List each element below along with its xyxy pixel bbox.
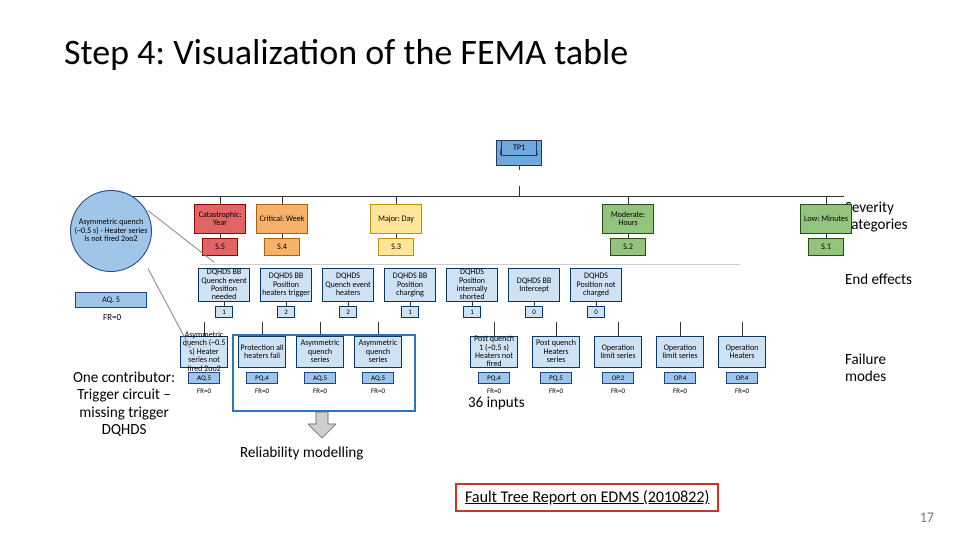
failure-mode-node: Operation limit series xyxy=(656,336,704,368)
sev-sub-5: S.5 xyxy=(202,238,238,256)
end-effect-node: DQHDS BB Position charging xyxy=(384,268,436,302)
failure-mode-fr: FR=0 xyxy=(540,386,572,396)
end-effect-node: DQHDS Position internally shorted xyxy=(446,268,498,302)
edms-link[interactable]: Fault Tree Report on EDMS (2010822) xyxy=(455,483,719,512)
sev-critical: Critical: Week xyxy=(256,204,308,234)
zoom-fr: FR=0 xyxy=(90,312,134,324)
failure-mode-fr: FR=0 xyxy=(478,386,510,396)
highlight-box xyxy=(232,334,416,412)
failure-mode-id: PQ.4 xyxy=(478,372,510,384)
end-effect-node: DQHDS BB Position heaters trigger xyxy=(260,268,312,302)
failure-mode-fr: FR=0 xyxy=(188,386,220,396)
failure-mode-node: Operation limit series xyxy=(594,336,642,368)
page-number: 17 xyxy=(920,509,934,526)
failure-mode-fr: FR=0 xyxy=(664,386,696,396)
edms-link-text: Fault Tree Report on EDMS (2010822) xyxy=(465,488,709,507)
failure-mode-id: OP.4 xyxy=(664,372,696,384)
label-reliability: Reliability modelling xyxy=(240,445,363,462)
failure-mode-id: OP.4 xyxy=(726,372,758,384)
sev-catastrophic: Catastrophic: Year xyxy=(194,204,246,234)
failure-mode-node: Post quench 1 (~0.5 s) Heaters not fired xyxy=(470,336,518,368)
failure-mode-id: OP.2 xyxy=(602,372,634,384)
failure-mode-fr: FR=0 xyxy=(726,386,758,396)
end-effect-count: 2 xyxy=(339,306,357,318)
end-effect-node: DQHDS BB Intercept xyxy=(508,268,560,302)
end-effect-count: 2 xyxy=(277,306,295,318)
failure-mode-id: PQ.5 xyxy=(540,372,572,384)
end-effect-node: DQHDS Position not charged xyxy=(570,268,622,302)
page-title: Step 4: Visualization of the FEMA table xyxy=(64,30,628,74)
diagram: LHC failures TP1 Catastrophic: Year S.5 … xyxy=(70,140,890,420)
sev-sub-3: S.3 xyxy=(378,238,414,256)
failure-mode-node: Post quench Heaters series xyxy=(532,336,580,368)
sev-sub-2: S.2 xyxy=(610,238,646,256)
failure-mode-id: AQ.5 xyxy=(188,372,220,384)
end-effect-count: 1 xyxy=(215,306,233,318)
end-effect-count: 1 xyxy=(463,306,481,318)
sev-low: Low: Minutes xyxy=(800,204,852,234)
node-tp1: TP1 xyxy=(501,140,537,156)
end-effect-count: 0 xyxy=(525,306,543,318)
end-effect-node: DQHDS BB Quench event Position needed xyxy=(198,268,250,302)
end-effect-count: 1 xyxy=(401,306,419,318)
failure-mode-fr: FR=0 xyxy=(602,386,634,396)
end-effect-node: DQHDS Quench event heaters xyxy=(322,268,374,302)
sev-moderate: Moderate: Hours xyxy=(602,204,654,234)
zoom-circle: Asymmetric quench (~0.5 s) - Heater seri… xyxy=(70,190,152,272)
sev-sub-4: S.4 xyxy=(264,238,300,256)
slide: Step 4: Visualization of the FEMA table … xyxy=(0,0,960,540)
zoom-aq: AQ. 5 xyxy=(75,292,147,308)
sev-sub-1: S.1 xyxy=(808,238,844,256)
failure-mode-node: Operation Heaters xyxy=(718,336,766,368)
end-effect-count: 0 xyxy=(587,306,605,318)
arrow-down-icon xyxy=(308,412,336,438)
sev-major: Major: Day xyxy=(370,204,422,234)
